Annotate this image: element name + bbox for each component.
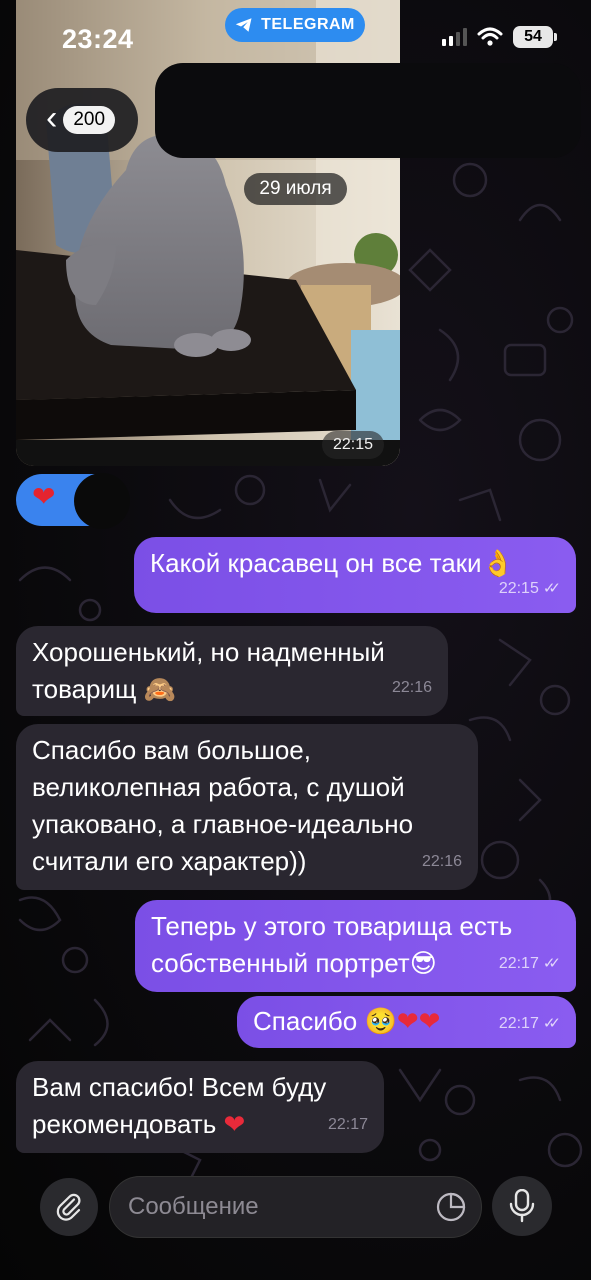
heart-reaction[interactable]: ❤ — [16, 473, 130, 529]
message-line: упаковано, а главное-идеально — [32, 809, 414, 839]
status-time: 23:24 — [62, 24, 134, 54]
status-icons: 54 — [442, 26, 557, 48]
battery-level: 54 — [524, 28, 542, 45]
message-outgoing[interactable]: Теперь у этого товарища есть собственный… — [135, 900, 576, 992]
double-check-icon: ✓✓ — [542, 955, 561, 972]
message-incoming[interactable]: Вам спасибо! Всем буду рекомендовать ❤ 2… — [16, 1061, 384, 1153]
message-input-container[interactable] — [109, 1176, 482, 1238]
message-outgoing[interactable]: Какой красавец он все таки👌 22:15 ✓✓ — [134, 537, 576, 613]
message-outgoing[interactable]: Спасибо 🥹❤❤ 22:17 ✓✓ — [237, 996, 576, 1048]
photo-time: 22:15 — [322, 431, 384, 459]
voice-record-button[interactable] — [492, 1176, 552, 1236]
back-button[interactable]: ‹ 200 — [26, 88, 138, 152]
battery-icon: 54 — [513, 26, 557, 48]
message-line: Спасибо вам большое, — [32, 735, 311, 765]
heart-icon: ❤ — [32, 481, 56, 512]
message-time: 22:17 — [327, 1116, 368, 1133]
chat-screen: ‹ 200 23:24 TELEGRAM 54 29 июля 22:15 ❤ … — [0, 0, 591, 1280]
message-time: 22:16 — [421, 853, 462, 870]
message-line: считали его характер)) — [32, 846, 307, 876]
microphone-icon — [509, 1189, 535, 1223]
telegram-pill[interactable]: TELEGRAM — [225, 8, 365, 42]
message-time: 22:17 — [498, 1015, 539, 1032]
message-text: Какой красавец он все таки — [150, 548, 482, 578]
message-line: Хорошенький, но надменный — [32, 637, 385, 667]
message-incoming[interactable]: Спасибо вам большое, великолепная работа… — [16, 724, 478, 890]
message-time: 22:16 — [391, 679, 432, 696]
heart-icon: ❤ — [223, 1109, 246, 1139]
heart-icon: ❤❤ — [396, 1006, 441, 1036]
attach-button[interactable] — [40, 1178, 98, 1236]
chat-header-redacted[interactable] — [155, 63, 581, 158]
message-line: рекомендовать — [32, 1109, 217, 1139]
date-badge: 29 июля — [244, 173, 347, 205]
double-check-icon: ✓✓ — [542, 580, 561, 597]
message-time: 22:17 — [498, 955, 539, 972]
message-input[interactable] — [128, 1193, 418, 1221]
message-line: Теперь у этого товарища есть — [151, 911, 513, 941]
message-text: Спасибо — [253, 1006, 358, 1036]
sunglasses-emoji: 😎 — [409, 948, 437, 978]
paperclip-icon — [56, 1193, 81, 1221]
message-incoming[interactable]: Хорошенький, но надменный товарищ 🙈 22:1… — [16, 626, 448, 716]
message-line: Вам спасибо! Всем буду — [32, 1072, 327, 1102]
wifi-icon — [477, 27, 503, 46]
chevron-left-icon: ‹ — [46, 99, 58, 137]
double-check-icon: ✓✓ — [542, 1015, 561, 1032]
avatar — [74, 473, 130, 529]
telegram-pill-label: TELEGRAM — [261, 16, 355, 33]
sticker-icon[interactable] — [435, 1191, 467, 1223]
signal-icon — [442, 28, 467, 46]
unread-count-badge: 200 — [63, 106, 116, 134]
see-no-evil-emoji: 🙈 — [143, 674, 177, 704]
pleading-emoji: 🥹 — [364, 1006, 397, 1036]
telegram-plane-icon — [235, 18, 252, 32]
message-time: 22:15 — [498, 580, 539, 597]
message-line: собственный портрет — [151, 948, 410, 978]
message-line: товарищ — [32, 674, 137, 704]
message-line: великолепная работа, с душой — [32, 772, 405, 802]
